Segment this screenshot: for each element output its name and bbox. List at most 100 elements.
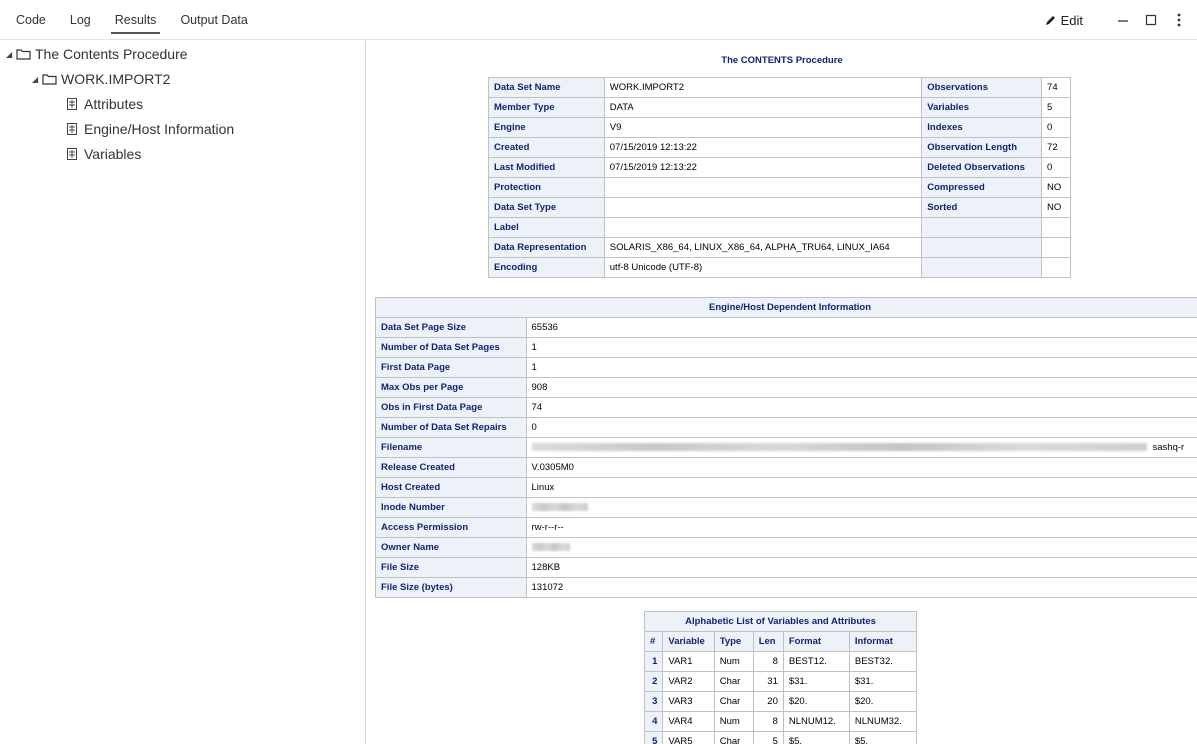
table-row: First Data Page 1 <box>375 357 1197 378</box>
engine-host-table: Engine/Host Dependent Information Data S… <box>375 297 1197 598</box>
tab-results[interactable]: Results <box>103 0 169 40</box>
table-cell: VAR4 <box>662 711 715 732</box>
table-cell: VAR3 <box>662 691 715 712</box>
attribute-label <box>921 217 1043 238</box>
table-cell: $20. <box>782 691 850 712</box>
table-row: Member Type DATA Variables 5 <box>488 97 1071 118</box>
engine-label: Data Set Page Size <box>375 317 527 338</box>
attribute-value: 07/15/2019 12:13:22 <box>603 157 923 178</box>
results-output[interactable]: The CONTENTS Procedure Data Set Name WORK… <box>367 41 1197 744</box>
engine-label: File Size <box>375 557 527 578</box>
table-row: Host Created Linux <box>375 477 1197 498</box>
attribute-value <box>1041 237 1071 258</box>
engine-value <box>525 497 1197 518</box>
attribute-value: WORK.IMPORT2 <box>603 77 923 98</box>
results-tree: ◢ The Contents Procedure ◢ WORK.IMPORT2 … <box>0 41 366 744</box>
table-cell: 4 <box>643 711 664 732</box>
engine-value <box>525 537 1197 558</box>
tab-bar: Code Log Results Output Data <box>4 0 260 40</box>
engine-value: Linux <box>525 477 1197 498</box>
table-cell: BEST12. <box>782 651 850 672</box>
table-row: 3 VAR3 Char 20 $20. $20. <box>643 691 918 712</box>
tree-node-work-import2[interactable]: ◢ WORK.IMPORT2 <box>32 68 170 90</box>
attribute-value <box>1041 257 1071 278</box>
variables-caption: Alphabetic List of Variables and Attribu… <box>644 611 917 632</box>
table-cell: $20. <box>848 691 918 712</box>
engine-label: Number of Data Set Pages <box>375 337 527 358</box>
table-icon <box>67 98 77 110</box>
filename-suffix: sashq-r <box>1152 442 1185 453</box>
caret-down-icon[interactable]: ◢ <box>6 50 16 59</box>
redacted-text <box>531 503 588 512</box>
table-cell: VAR1 <box>662 651 715 672</box>
table-icon <box>67 123 77 135</box>
table-row: File Size 128KB <box>375 557 1197 578</box>
maximize-icon[interactable] <box>1141 10 1161 30</box>
table-row: Inode Number <box>375 497 1197 518</box>
table-row: Data Set Type Sorted NO <box>488 197 1071 218</box>
attribute-value <box>603 197 923 218</box>
attribute-label: Protection <box>488 177 605 198</box>
engine-value: 1 <box>525 337 1197 358</box>
attribute-value <box>603 217 923 238</box>
engine-label: Filename <box>375 437 527 458</box>
engine-label: Inode Number <box>375 497 527 518</box>
tab-code[interactable]: Code <box>4 0 58 40</box>
engine-value: 128KB <box>525 557 1197 578</box>
tab-log[interactable]: Log <box>58 0 103 40</box>
header-row: # Variable Type Len Format Informat <box>643 631 918 652</box>
caret-down-icon[interactable]: ◢ <box>32 75 42 84</box>
minimize-icon[interactable] <box>1113 10 1133 30</box>
engine-value: 1 <box>525 357 1197 378</box>
column-header: Type <box>713 631 754 652</box>
column-header: Format <box>782 631 850 652</box>
table-cell: $31. <box>848 671 918 692</box>
table-cell: Char <box>713 731 754 744</box>
table-row: 1 VAR1 Num 8 BEST12. BEST32. <box>643 651 918 672</box>
attribute-value: NO <box>1041 197 1071 218</box>
table-row: Filename sashq-r <box>375 437 1197 458</box>
tree-node-contents-procedure[interactable]: ◢ The Contents Procedure <box>6 43 188 65</box>
redacted-text <box>531 543 570 552</box>
engine-value: V.0305M0 <box>525 457 1197 478</box>
tree-leaf-attributes[interactable]: Attributes <box>66 93 143 115</box>
table-cell: NLNUM12. <box>782 711 850 732</box>
table-row: Data Set Name WORK.IMPORT2 Observations 74 <box>488 77 1071 98</box>
attribute-value: NO <box>1041 177 1071 198</box>
more-options-icon[interactable] <box>1169 10 1189 30</box>
table-cell: Char <box>713 691 754 712</box>
column-header: Variable <box>662 631 715 652</box>
engine-label: Owner Name <box>375 537 527 558</box>
attribute-value: 5 <box>1041 97 1071 118</box>
tree-leaf-variables[interactable]: Variables <box>66 143 141 165</box>
attribute-label: Label <box>488 217 605 238</box>
attribute-value <box>603 177 923 198</box>
table-row: Access Permission rw-r--r-- <box>375 517 1197 538</box>
table-row: Obs in First Data Page 74 <box>375 397 1197 418</box>
engine-host-caption: Engine/Host Dependent Information <box>375 297 1197 318</box>
folder-icon <box>42 74 57 85</box>
folder-icon <box>16 49 31 60</box>
tab-output-data[interactable]: Output Data <box>168 0 259 40</box>
attribute-label: Sorted <box>921 197 1043 218</box>
attribute-label: Encoding <box>488 257 605 278</box>
table-row: Owner Name <box>375 537 1197 558</box>
edit-button[interactable]: Edit <box>1045 13 1083 28</box>
table-cell: 8 <box>752 711 784 732</box>
table-cell: VAR2 <box>662 671 715 692</box>
attribute-label <box>921 237 1043 258</box>
tree-leaf-engine-host[interactable]: Engine/Host Information <box>66 118 234 140</box>
attribute-value: 0 <box>1041 117 1071 138</box>
attribute-label: Variables <box>921 97 1043 118</box>
edit-button-label: Edit <box>1060 12 1083 28</box>
table-cell: 8 <box>752 651 784 672</box>
tree-label: Attributes <box>84 96 144 112</box>
attribute-label: Engine <box>488 117 605 138</box>
engine-value: 0 <box>525 417 1197 438</box>
table-icon <box>67 148 77 160</box>
attribute-label: Indexes <box>921 117 1043 138</box>
attribute-value: utf-8 Unicode (UTF-8) <box>603 257 923 278</box>
table-cell: BEST32. <box>848 651 918 672</box>
attribute-label: Deleted Observations <box>921 157 1043 178</box>
table-row: 5 VAR5 Char 5 $5. $5. <box>643 731 918 744</box>
